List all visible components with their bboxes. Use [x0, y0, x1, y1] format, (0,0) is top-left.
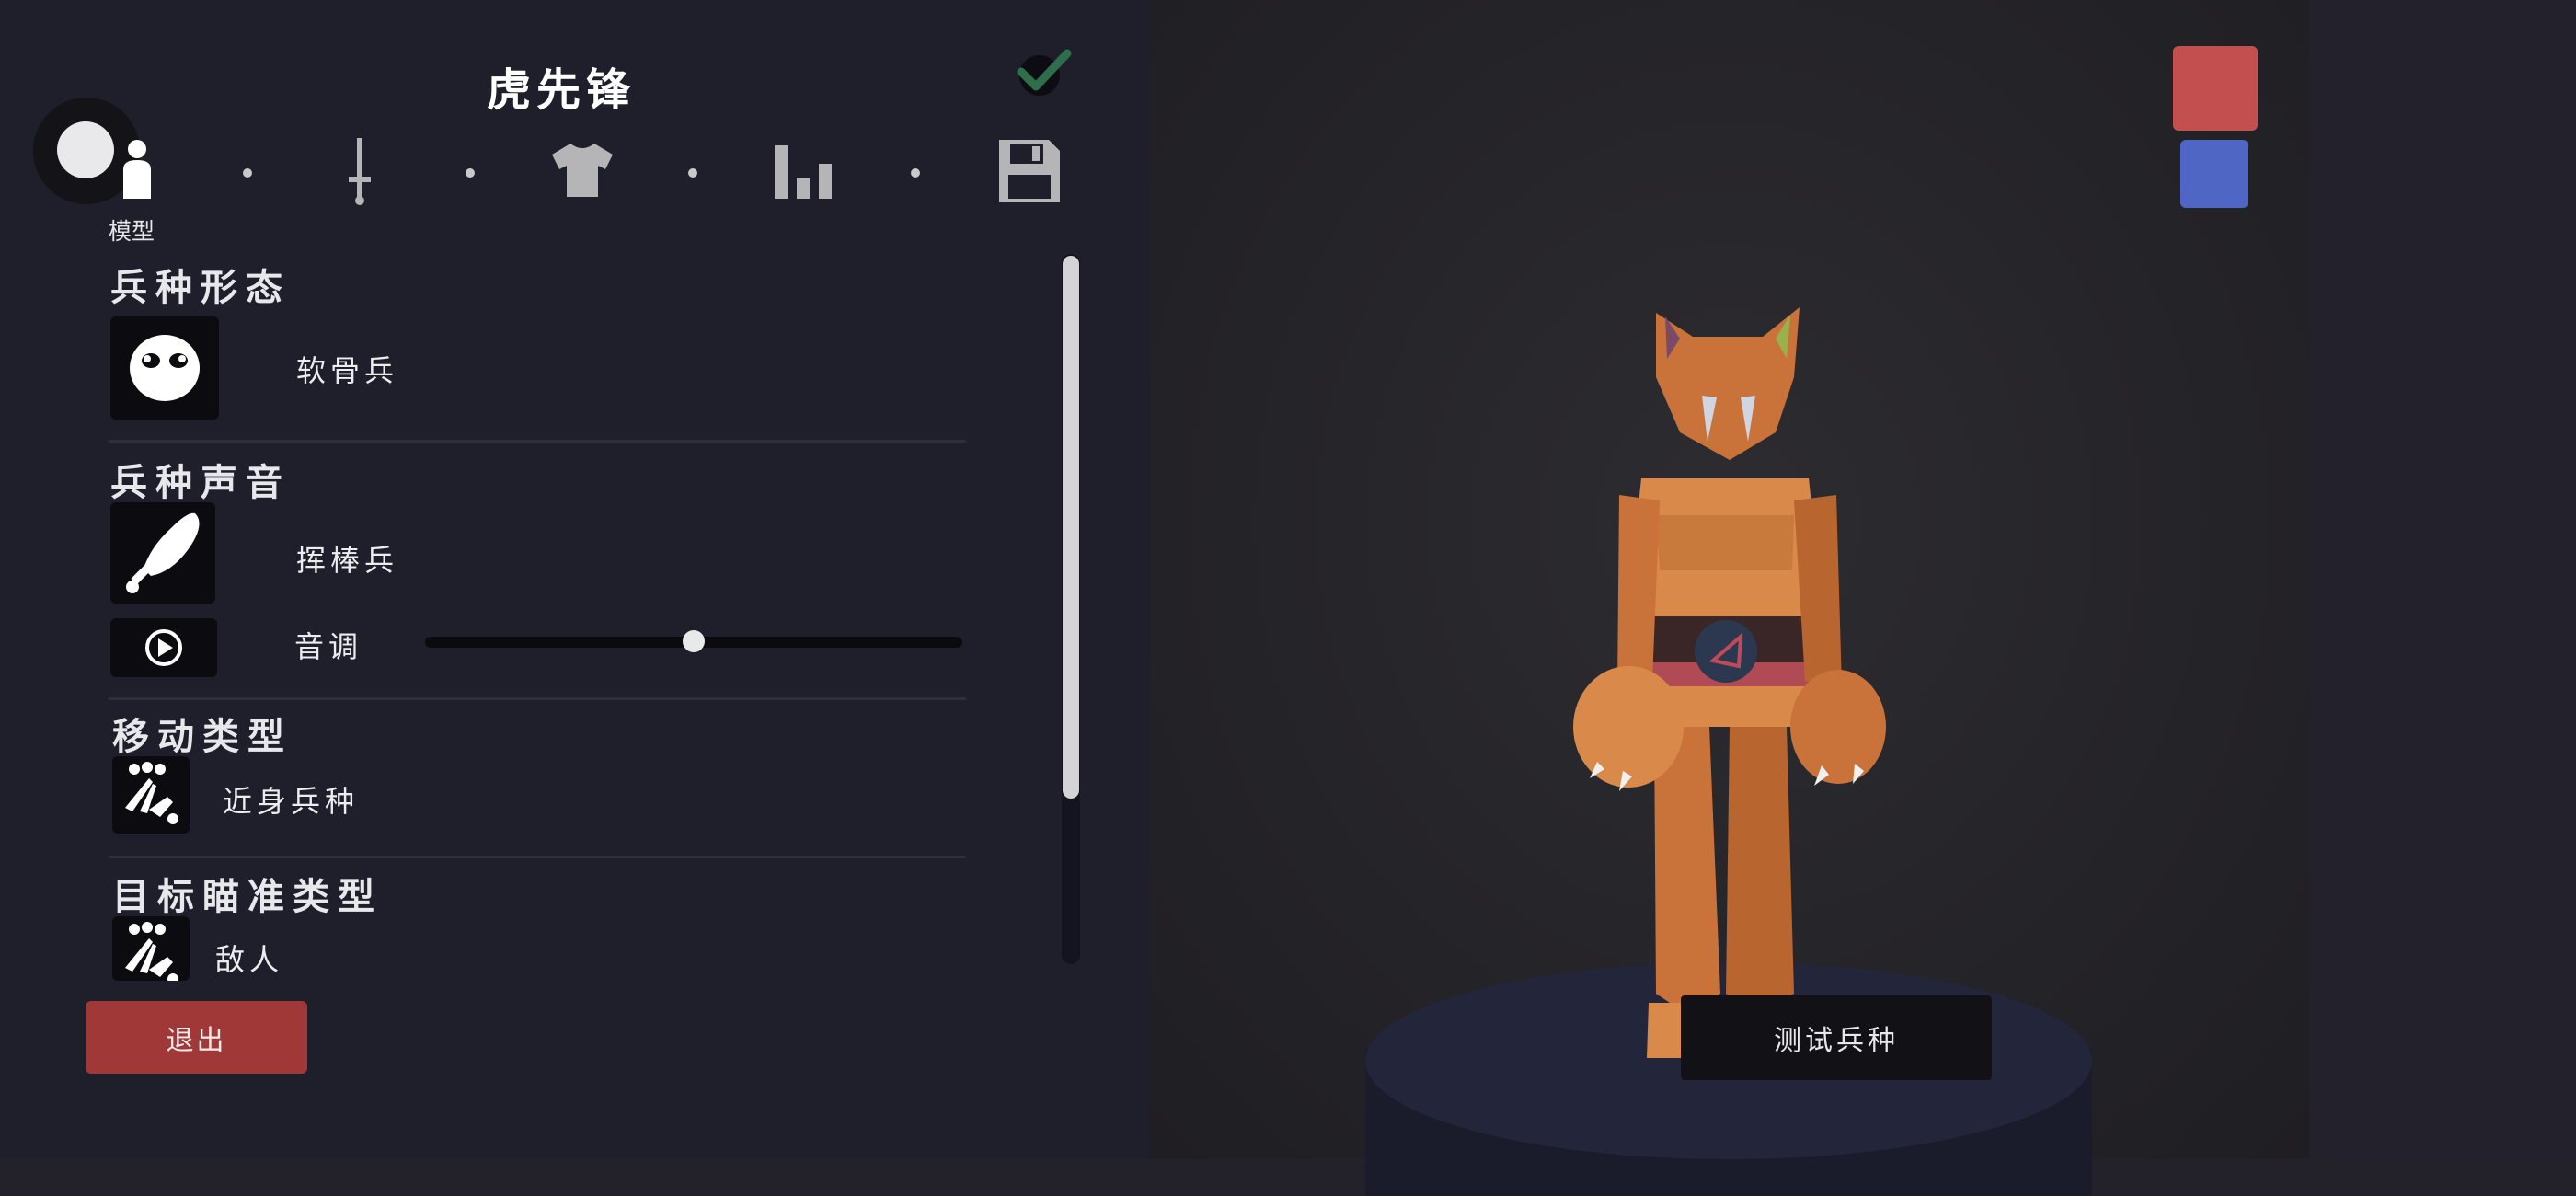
section-title-unit-voice: 兵种声音: [110, 462, 291, 504]
person-icon: [123, 140, 151, 199]
drumstick-icon: [126, 512, 200, 593]
tab-save[interactable]: [997, 138, 1062, 208]
tab-weapon[interactable]: [346, 136, 374, 210]
scrollbar-thumb[interactable]: [1063, 256, 1079, 799]
tab-model[interactable]: [120, 138, 155, 202]
tab-separator-dot: [243, 168, 252, 178]
pitch-slider-thumb[interactable]: [683, 630, 705, 652]
sword-icon: [349, 138, 371, 205]
save-icon: [999, 140, 1060, 202]
ragdoll-face-icon: [130, 335, 200, 401]
unit-name-title[interactable]: 虎先锋: [432, 53, 690, 118]
test-unit-button[interactable]: 测试兵种: [1681, 995, 1992, 1080]
section-title-unit-form: 兵种形态: [110, 267, 291, 309]
tab-separator-dot: [911, 168, 920, 178]
targeting-type-value: 敌人: [215, 942, 284, 977]
section-divider: [109, 856, 966, 858]
menu-toggle-knob: [57, 121, 114, 178]
unit-form-value: 软骨兵: [296, 353, 399, 388]
play-voice-button[interactable]: [110, 618, 217, 677]
section-divider: [109, 697, 966, 700]
melee-unit-icon: [125, 762, 178, 824]
unit-form-button[interactable]: [110, 316, 219, 420]
unit-model[interactable]: [1546, 294, 1950, 1076]
shirt-icon: [552, 144, 613, 197]
tab-stats[interactable]: [775, 145, 835, 202]
tab-separator-dot: [688, 168, 697, 178]
pitch-label: 音调: [294, 629, 363, 664]
tab-separator-dot: [466, 168, 475, 178]
targeting-type-button[interactable]: [112, 916, 190, 981]
right-background: [2309, 0, 2576, 1159]
tab-clothing[interactable]: [550, 142, 615, 202]
team-red-button[interactable]: [2173, 46, 2258, 131]
team-blue-button[interactable]: [2180, 140, 2248, 208]
exit-button[interactable]: 退出: [86, 1001, 307, 1074]
section-title-targeting-type: 目标瞄准类型: [112, 876, 383, 918]
melee-unit-icon: [125, 922, 178, 981]
play-icon: [145, 629, 182, 666]
movement-type-value: 近身兵种: [223, 784, 360, 819]
movement-type-button[interactable]: [112, 756, 190, 834]
section-divider: [109, 440, 966, 443]
unit-voice-button[interactable]: [110, 502, 215, 604]
tab-model-label: 模型: [109, 218, 155, 245]
bar-chart-icon: [775, 145, 832, 199]
section-title-movement-type: 移动类型: [112, 716, 293, 758]
confirm-check-icon[interactable]: [1014, 44, 1073, 99]
unit-voice-value: 挥棒兵: [296, 543, 399, 578]
